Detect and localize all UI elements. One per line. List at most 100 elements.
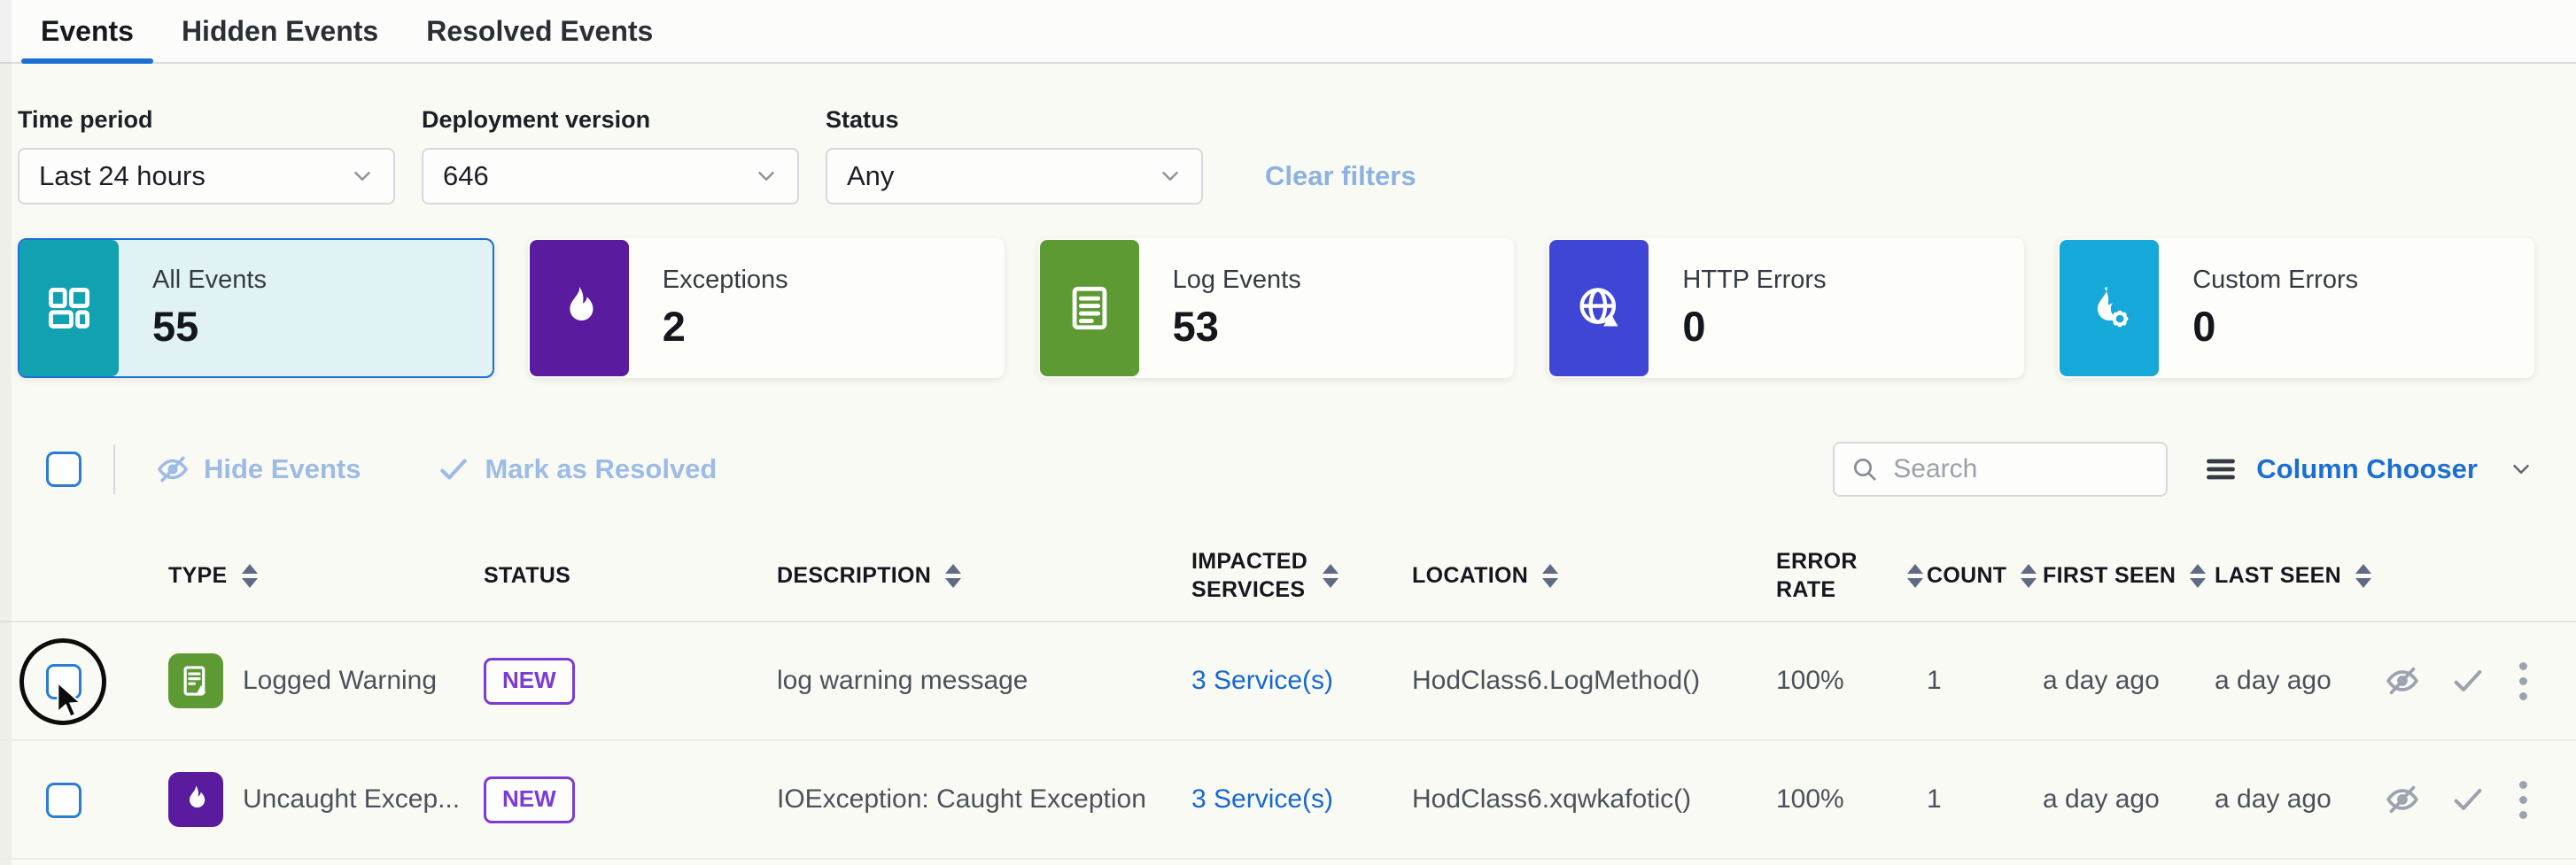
- check-icon: [437, 452, 470, 486]
- card-body: HTTP Errors 0: [1649, 240, 1826, 376]
- type-label: Uncaught Excep...: [243, 784, 460, 815]
- dashboard-icon: [19, 240, 119, 376]
- header-error-rate[interactable]: ERROR RATE: [1776, 547, 1927, 605]
- hide-event-icon[interactable]: [2385, 782, 2420, 817]
- tab-bar: Events Hidden Events Resolved Events: [0, 0, 2576, 64]
- card-value: 0: [1682, 302, 1826, 351]
- card-value: 55: [152, 302, 267, 351]
- sort-icon: [2355, 564, 2371, 588]
- table-row: Logged Warning NEW log warning message 3…: [0, 622, 2576, 741]
- card-exceptions[interactable]: Exceptions 2: [528, 238, 1005, 378]
- row-checkbox[interactable]: [46, 783, 81, 818]
- status-badge: NEW: [484, 658, 575, 705]
- search-box: [1833, 442, 2168, 497]
- hide-events-label: Hide Events: [204, 453, 361, 485]
- tab-hidden-events[interactable]: Hidden Events: [162, 0, 398, 62]
- cell-error-rate: 100%: [1776, 666, 1927, 696]
- header-description[interactable]: DESCRIPTION: [777, 561, 1191, 591]
- cell-first-seen: a day ago: [2043, 666, 2215, 696]
- log-warning-icon: [168, 653, 223, 708]
- header-label: TYPE: [168, 561, 228, 591]
- card-title: Custom Errors: [2192, 266, 2358, 295]
- cell-count: 1: [1927, 666, 2043, 696]
- cell-description: log warning message: [777, 666, 1191, 696]
- cell-type: Uncaught Excep...: [168, 772, 484, 827]
- header-location[interactable]: LOCATION: [1412, 561, 1776, 591]
- impacted-services-link[interactable]: 3 Service(s): [1191, 784, 1412, 815]
- card-body: Exceptions 2: [629, 240, 788, 376]
- flame-icon: [530, 240, 629, 376]
- kebab-menu-icon[interactable]: [2516, 777, 2531, 823]
- hamburger-icon: [2205, 453, 2237, 485]
- deployment-version-value: 646: [443, 160, 489, 192]
- select-all-checkbox[interactable]: [46, 452, 81, 487]
- impacted-services-link[interactable]: 3 Service(s): [1191, 666, 1412, 696]
- flame-gear-icon: [2060, 240, 2159, 376]
- time-period-select[interactable]: Last 24 hours: [18, 148, 395, 205]
- header-label: FIRST SEEN: [2043, 561, 2176, 591]
- filter-status: Status Any: [826, 106, 1203, 205]
- sort-icon: [945, 564, 961, 588]
- card-body: Log Events 53: [1139, 240, 1301, 376]
- column-chooser-button[interactable]: Column Chooser: [2205, 453, 2534, 485]
- card-body: All Events 55: [119, 240, 267, 376]
- clear-filters-button[interactable]: Clear filters: [1265, 160, 1416, 192]
- resolve-event-icon[interactable]: [2450, 782, 2486, 817]
- cell-status: NEW: [484, 776, 777, 823]
- search-input[interactable]: [1893, 454, 2150, 484]
- header-label: ERROR RATE: [1776, 547, 1893, 605]
- table-row: Uncaught Excep... NEW IOException: Caugh…: [0, 741, 2576, 860]
- filter-time-period: Time period Last 24 hours: [18, 106, 395, 205]
- chevron-down-icon: [2508, 456, 2534, 483]
- kebab-menu-icon[interactable]: [2516, 659, 2531, 704]
- header-last-seen[interactable]: LAST SEEN: [2215, 561, 2374, 591]
- sort-icon: [2021, 564, 2037, 588]
- table-header: TYPE STATUS DESCRIPTION IMPACTED SERVICE…: [0, 530, 2576, 622]
- mark-as-resolved-button[interactable]: Mark as Resolved: [437, 452, 717, 486]
- card-log-events[interactable]: Log Events 53: [1038, 238, 1515, 378]
- header-status: STATUS: [484, 561, 777, 591]
- card-title: All Events: [152, 266, 267, 295]
- card-custom-errors[interactable]: Custom Errors 0: [2058, 238, 2534, 378]
- mark-as-resolved-label: Mark as Resolved: [485, 453, 717, 485]
- deployment-version-select[interactable]: 646: [422, 148, 799, 205]
- card-title: Exceptions: [663, 266, 788, 295]
- exception-icon: [168, 772, 223, 827]
- hide-event-icon[interactable]: [2385, 663, 2420, 699]
- globe-warning-icon: [1549, 240, 1649, 376]
- cell-location: HodClass6.LogMethod(): [1412, 666, 1776, 696]
- card-value: 53: [1173, 302, 1301, 351]
- tab-resolved-events[interactable]: Resolved Events: [407, 0, 672, 62]
- card-all-events[interactable]: All Events 55: [18, 238, 494, 378]
- row-actions: [2374, 659, 2576, 704]
- card-http-errors[interactable]: HTTP Errors 0: [1548, 238, 2024, 378]
- header-label: IMPACTED SERVICES: [1191, 547, 1308, 605]
- resolve-event-icon[interactable]: [2450, 663, 2486, 699]
- row-actions: [2374, 777, 2576, 823]
- status-select[interactable]: Any: [826, 148, 1203, 205]
- toolbar-divider: [113, 444, 115, 494]
- cell-type: Logged Warning: [168, 653, 484, 708]
- header-type[interactable]: TYPE: [168, 561, 484, 591]
- hide-events-button[interactable]: Hide Events: [156, 452, 361, 486]
- card-title: HTTP Errors: [1682, 266, 1826, 295]
- filter-deployment-version: Deployment version 646: [422, 106, 799, 205]
- eye-slash-icon: [156, 452, 190, 486]
- row-checkbox[interactable]: [46, 664, 81, 699]
- header-count[interactable]: COUNT: [1927, 561, 2043, 591]
- cell-error-rate: 100%: [1776, 784, 1927, 815]
- header-label: LAST SEEN: [2215, 561, 2341, 591]
- header-label: STATUS: [484, 561, 570, 591]
- header-impacted-services[interactable]: IMPACTED SERVICES: [1191, 547, 1412, 605]
- cell-count: 1: [1927, 784, 2043, 815]
- sort-icon: [1323, 564, 1338, 588]
- card-title: Log Events: [1173, 266, 1301, 295]
- card-value: 0: [2192, 302, 2358, 351]
- status-badge: NEW: [484, 776, 575, 823]
- filter-bar: Time period Last 24 hours Deployment ver…: [0, 64, 2576, 205]
- card-body: Custom Errors 0: [2159, 240, 2358, 376]
- grid-toolbar: Hide Events Mark as Resolved Column Choo…: [0, 440, 2576, 498]
- header-first-seen[interactable]: FIRST SEEN: [2043, 561, 2215, 591]
- tab-events[interactable]: Events: [21, 0, 153, 62]
- row-checkbox-cell: [0, 741, 168, 858]
